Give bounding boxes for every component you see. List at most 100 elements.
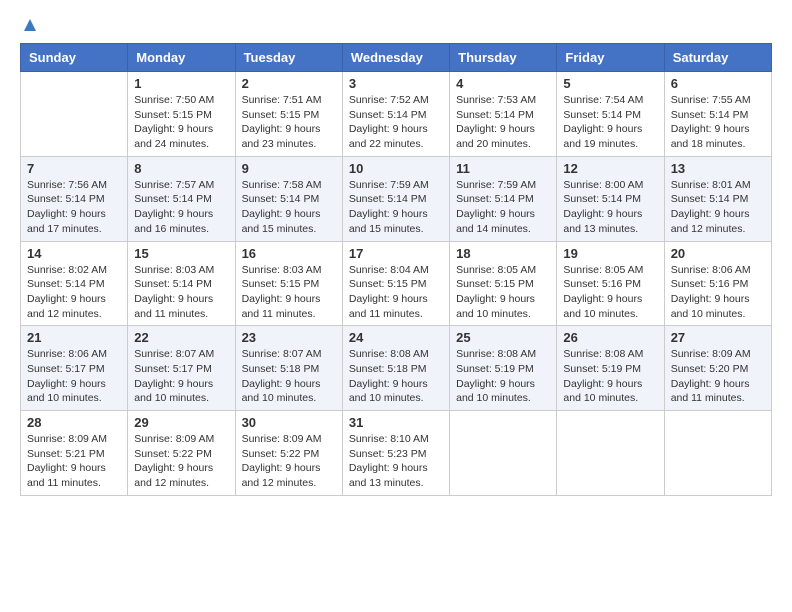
calendar-cell xyxy=(21,72,128,157)
days-header-row: SundayMondayTuesdayWednesdayThursdayFrid… xyxy=(21,44,772,72)
day-info: Sunrise: 8:06 AM Sunset: 5:17 PM Dayligh… xyxy=(27,347,121,406)
logo xyxy=(20,20,37,33)
day-number: 22 xyxy=(134,330,228,345)
calendar-cell xyxy=(557,411,664,496)
day-info: Sunrise: 8:00 AM Sunset: 5:14 PM Dayligh… xyxy=(563,178,657,237)
calendar-cell: 1 Sunrise: 7:50 AM Sunset: 5:15 PM Daylig… xyxy=(128,72,235,157)
day-info: Sunrise: 7:53 AM Sunset: 5:14 PM Dayligh… xyxy=(456,93,550,152)
day-number: 26 xyxy=(563,330,657,345)
day-info: Sunrise: 8:04 AM Sunset: 5:15 PM Dayligh… xyxy=(349,263,443,322)
calendar-cell xyxy=(450,411,557,496)
day-info: Sunrise: 8:03 AM Sunset: 5:14 PM Dayligh… xyxy=(134,263,228,322)
calendar-cell: 14 Sunrise: 8:02 AM Sunset: 5:14 PM Dayli… xyxy=(21,241,128,326)
day-number: 15 xyxy=(134,246,228,261)
day-number: 30 xyxy=(242,415,336,430)
day-info: Sunrise: 8:09 AM Sunset: 5:21 PM Dayligh… xyxy=(27,432,121,491)
day-info: Sunrise: 7:59 AM Sunset: 5:14 PM Dayligh… xyxy=(456,178,550,237)
day-number: 13 xyxy=(671,161,765,176)
calendar-cell: 10 Sunrise: 7:59 AM Sunset: 5:14 PM Dayli… xyxy=(342,156,449,241)
calendar-cell: 15 Sunrise: 8:03 AM Sunset: 5:14 PM Dayli… xyxy=(128,241,235,326)
day-number: 19 xyxy=(563,246,657,261)
calendar-cell: 31Sunrise: 8:10 AM Sunset: 5:23 PM Dayli… xyxy=(342,411,449,496)
day-info: Sunrise: 7:55 AM Sunset: 5:14 PM Dayligh… xyxy=(671,93,765,152)
calendar-cell: 20 Sunrise: 8:06 AM Sunset: 5:16 PM Dayli… xyxy=(664,241,771,326)
header-wednesday: Wednesday xyxy=(342,44,449,72)
day-info: Sunrise: 8:08 AM Sunset: 5:18 PM Dayligh… xyxy=(349,347,443,406)
calendar-table: SundayMondayTuesdayWednesdayThursdayFrid… xyxy=(20,43,772,496)
day-info: Sunrise: 8:02 AM Sunset: 5:14 PM Dayligh… xyxy=(27,263,121,322)
calendar-cell: 24 Sunrise: 8:08 AM Sunset: 5:18 PM Dayli… xyxy=(342,326,449,411)
day-number: 17 xyxy=(349,246,443,261)
day-number: 6 xyxy=(671,76,765,91)
calendar-cell: 2 Sunrise: 7:51 AM Sunset: 5:15 PM Daylig… xyxy=(235,72,342,157)
day-info: Sunrise: 8:09 AM Sunset: 5:22 PM Dayligh… xyxy=(134,432,228,491)
header-thursday: Thursday xyxy=(450,44,557,72)
day-number: 7 xyxy=(27,161,121,176)
day-number: 16 xyxy=(242,246,336,261)
calendar-cell: 26Sunrise: 8:08 AM Sunset: 5:19 PM Dayli… xyxy=(557,326,664,411)
calendar-cell: 29 Sunrise: 8:09 AM Sunset: 5:22 PM Dayli… xyxy=(128,411,235,496)
day-number: 24 xyxy=(349,330,443,345)
day-info: Sunrise: 8:06 AM Sunset: 5:16 PM Dayligh… xyxy=(671,263,765,322)
calendar-cell: 3 Sunrise: 7:52 AM Sunset: 5:14 PM Daylig… xyxy=(342,72,449,157)
calendar-cell: 19 Sunrise: 8:05 AM Sunset: 5:16 PM Dayli… xyxy=(557,241,664,326)
day-number: 25 xyxy=(456,330,550,345)
week-row-1: 1 Sunrise: 7:50 AM Sunset: 5:15 PM Daylig… xyxy=(21,72,772,157)
header-monday: Monday xyxy=(128,44,235,72)
calendar-cell: 21 Sunrise: 8:06 AM Sunset: 5:17 PM Dayli… xyxy=(21,326,128,411)
day-number: 2 xyxy=(242,76,336,91)
day-info: Sunrise: 8:03 AM Sunset: 5:15 PM Dayligh… xyxy=(242,263,336,322)
header-sunday: Sunday xyxy=(21,44,128,72)
week-row-2: 7Sunrise: 7:56 AM Sunset: 5:14 PM Daylig… xyxy=(21,156,772,241)
day-info: Sunrise: 7:50 AM Sunset: 5:15 PM Dayligh… xyxy=(134,93,228,152)
day-info: Sunrise: 7:59 AM Sunset: 5:14 PM Dayligh… xyxy=(349,178,443,237)
header-saturday: Saturday xyxy=(664,44,771,72)
day-info: Sunrise: 8:08 AM Sunset: 5:19 PM Dayligh… xyxy=(456,347,550,406)
calendar-cell: 6 Sunrise: 7:55 AM Sunset: 5:14 PM Daylig… xyxy=(664,72,771,157)
calendar-cell: 5Sunrise: 7:54 AM Sunset: 5:14 PM Daylig… xyxy=(557,72,664,157)
day-info: Sunrise: 8:09 AM Sunset: 5:22 PM Dayligh… xyxy=(242,432,336,491)
day-number: 1 xyxy=(134,76,228,91)
week-row-4: 21 Sunrise: 8:06 AM Sunset: 5:17 PM Dayli… xyxy=(21,326,772,411)
header-tuesday: Tuesday xyxy=(235,44,342,72)
calendar-cell: 7Sunrise: 7:56 AM Sunset: 5:14 PM Daylig… xyxy=(21,156,128,241)
calendar-cell: 4 Sunrise: 7:53 AM Sunset: 5:14 PM Daylig… xyxy=(450,72,557,157)
day-info: Sunrise: 8:01 AM Sunset: 5:14 PM Dayligh… xyxy=(671,178,765,237)
day-number: 14 xyxy=(27,246,121,261)
day-info: Sunrise: 8:05 AM Sunset: 5:16 PM Dayligh… xyxy=(563,263,657,322)
calendar-cell: 12 Sunrise: 8:00 AM Sunset: 5:14 PM Dayli… xyxy=(557,156,664,241)
calendar-cell: 27Sunrise: 8:09 AM Sunset: 5:20 PM Dayli… xyxy=(664,326,771,411)
day-number: 29 xyxy=(134,415,228,430)
calendar-cell: 8Sunrise: 7:57 AM Sunset: 5:14 PM Daylig… xyxy=(128,156,235,241)
day-number: 21 xyxy=(27,330,121,345)
calendar-cell: 23 Sunrise: 8:07 AM Sunset: 5:18 PM Dayli… xyxy=(235,326,342,411)
day-number: 28 xyxy=(27,415,121,430)
page-header xyxy=(20,20,772,33)
logo-triangle-icon xyxy=(23,18,37,37)
calendar-cell: 25 Sunrise: 8:08 AM Sunset: 5:19 PM Dayli… xyxy=(450,326,557,411)
calendar-cell: 11Sunrise: 7:59 AM Sunset: 5:14 PM Dayli… xyxy=(450,156,557,241)
day-number: 12 xyxy=(563,161,657,176)
day-number: 9 xyxy=(242,161,336,176)
day-number: 5 xyxy=(563,76,657,91)
day-number: 4 xyxy=(456,76,550,91)
day-number: 27 xyxy=(671,330,765,345)
day-info: Sunrise: 7:58 AM Sunset: 5:14 PM Dayligh… xyxy=(242,178,336,237)
calendar-cell: 13 Sunrise: 8:01 AM Sunset: 5:14 PM Dayli… xyxy=(664,156,771,241)
day-number: 18 xyxy=(456,246,550,261)
day-number: 20 xyxy=(671,246,765,261)
day-info: Sunrise: 8:07 AM Sunset: 5:18 PM Dayligh… xyxy=(242,347,336,406)
calendar-cell: 30 Sunrise: 8:09 AM Sunset: 5:22 PM Dayli… xyxy=(235,411,342,496)
calendar-cell xyxy=(664,411,771,496)
day-info: Sunrise: 8:07 AM Sunset: 5:17 PM Dayligh… xyxy=(134,347,228,406)
day-number: 23 xyxy=(242,330,336,345)
day-number: 3 xyxy=(349,76,443,91)
day-info: Sunrise: 7:51 AM Sunset: 5:15 PM Dayligh… xyxy=(242,93,336,152)
calendar-cell: 9 Sunrise: 7:58 AM Sunset: 5:14 PM Daylig… xyxy=(235,156,342,241)
calendar-cell: 16 Sunrise: 8:03 AM Sunset: 5:15 PM Dayli… xyxy=(235,241,342,326)
calendar-cell: 22 Sunrise: 8:07 AM Sunset: 5:17 PM Dayli… xyxy=(128,326,235,411)
day-info: Sunrise: 7:57 AM Sunset: 5:14 PM Dayligh… xyxy=(134,178,228,237)
day-number: 10 xyxy=(349,161,443,176)
day-info: Sunrise: 7:52 AM Sunset: 5:14 PM Dayligh… xyxy=(349,93,443,152)
calendar-cell: 18Sunrise: 8:05 AM Sunset: 5:15 PM Dayli… xyxy=(450,241,557,326)
